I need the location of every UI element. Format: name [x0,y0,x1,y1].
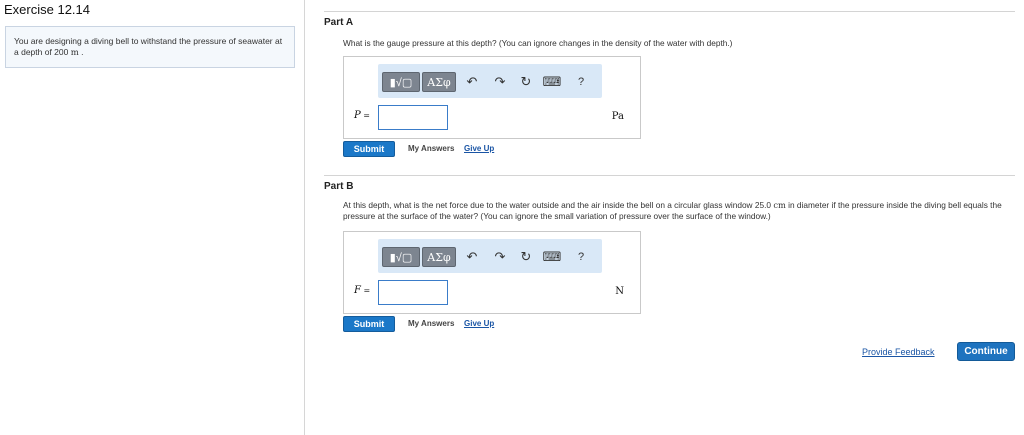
redo-icon[interactable]: ↷ [492,248,508,266]
part-b-question-start: At this depth, what is the net force due… [343,200,772,210]
exercise-title: Exercise 12.14 [4,2,90,17]
part-a-answer-box: ▮√▢ ΑΣφ ↶ ↷ ↻ ⌨ ? P = Pa [343,56,641,139]
problem-end: . [81,47,84,57]
part-b-question: At this depth, what is the net force due… [343,200,1003,222]
problem-text: You are designing a diving bell to withs… [14,36,283,57]
part-b-question-unit: cm [773,200,786,210]
part-b-submit-button[interactable]: Submit [343,316,395,332]
part-a-title: Part A [324,17,354,28]
part-b-variable: F [354,285,361,296]
continue-button[interactable]: Continue [957,342,1015,361]
keyboard-icon[interactable]: ⌨ [543,248,562,266]
part-a-give-up-link[interactable]: Give Up [464,144,494,153]
keyboard-icon[interactable]: ⌨ [543,73,562,91]
symbols-button[interactable]: ΑΣφ [422,72,456,92]
part-a-divider [324,11,1015,12]
undo-icon[interactable]: ↶ [464,73,480,91]
part-b-my-answers-link[interactable]: My Answers [408,319,454,328]
help-icon[interactable]: ? [573,248,589,266]
part-b-title: Part B [324,181,354,192]
part-a-answer-input[interactable] [378,105,448,130]
part-a-math-toolbar: ▮√▢ ΑΣφ ↶ ↷ ↻ ⌨ ? [378,64,602,98]
part-a-question: What is the gauge pressure at this depth… [343,38,733,48]
part-b-equals: = [360,286,371,295]
part-b-variable-label: F = [354,285,370,296]
part-a-equals: = [360,111,370,120]
part-a-submit-button[interactable]: Submit [343,141,395,157]
part-b-divider [324,175,1015,176]
part-b-answer-box: ▮√▢ ΑΣφ ↶ ↷ ↻ ⌨ ? F = N [343,231,641,314]
part-b-answer-input[interactable] [378,280,448,305]
help-icon[interactable]: ? [573,73,589,91]
redo-icon[interactable]: ↷ [492,73,508,91]
symbols-button[interactable]: ΑΣφ [422,247,456,267]
problem-statement: You are designing a diving bell to withs… [5,26,295,68]
templates-button[interactable]: ▮√▢ [382,72,420,92]
undo-icon[interactable]: ↶ [464,248,480,266]
part-a-variable-label: P = [354,110,370,121]
provide-feedback-link[interactable]: Provide Feedback [862,347,935,357]
part-b-unit: N [615,286,624,297]
part-b-give-up-link[interactable]: Give Up [464,319,494,328]
part-a-my-answers-link[interactable]: My Answers [408,144,454,153]
part-b-math-toolbar: ▮√▢ ΑΣφ ↶ ↷ ↻ ⌨ ? [378,239,602,273]
reset-icon[interactable]: ↻ [518,73,534,91]
templates-button[interactable]: ▮√▢ [382,247,420,267]
part-a-variable: P [354,110,361,121]
problem-sidebar: Exercise 12.14 You are designing a divin… [0,0,305,435]
part-a-unit: Pa [611,111,624,122]
problem-unit: m [70,48,79,58]
reset-icon[interactable]: ↻ [518,248,534,266]
